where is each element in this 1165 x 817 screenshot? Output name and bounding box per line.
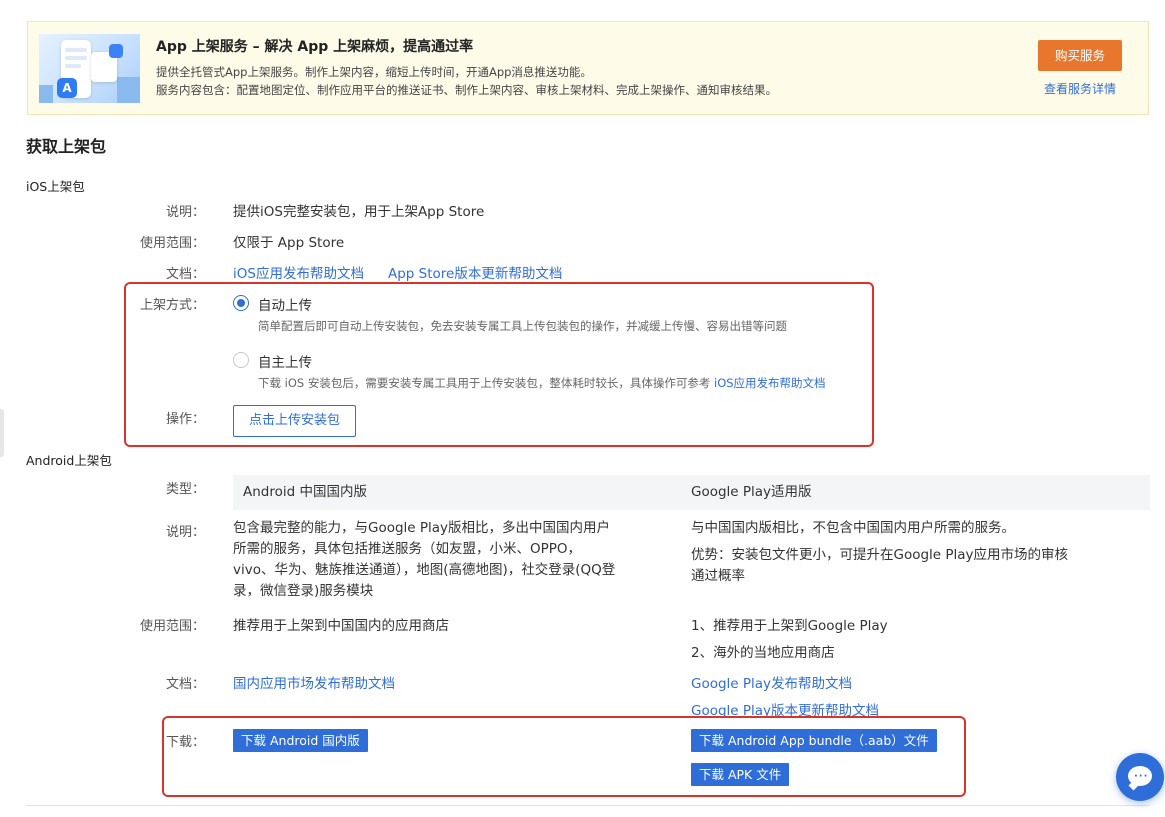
banner-illustration: A bbox=[39, 34, 140, 103]
android-cn-description-line: 包含最完整的能力，与Google Play版相比，多出中国国内用户 bbox=[233, 520, 611, 536]
google-play-publish-doc-link[interactable]: Google Play发布帮助文档 bbox=[691, 672, 852, 692]
android-cn-column-header: Android 中国国内版 bbox=[233, 475, 681, 510]
android-cn-description: 包含最完整的能力，与Google Play版相比，多出中国国内用户 所需的服务，… bbox=[233, 518, 653, 602]
google-play-description: 与中国国内版相比，不包含中国国内用户所需的服务。 优势：安装包文件更小，可提升在… bbox=[691, 518, 1131, 587]
google-play-scope-1: 1、推荐用于上架到Google Play bbox=[691, 618, 888, 634]
android-type-label: 类型： bbox=[165, 482, 205, 497]
ios-scope-label: 使用范围： bbox=[139, 236, 205, 251]
google-play-advantage-line: 优势：安装包文件更小，可提升在Google Play应用市场的审核 bbox=[691, 547, 1069, 563]
section-title: 获取上架包 bbox=[26, 137, 107, 156]
app-store-icon: A bbox=[57, 78, 77, 98]
upload-method-label: 上架方式： bbox=[139, 298, 205, 313]
ios-desc-label: 说明： bbox=[165, 205, 205, 220]
action-label: 操作： bbox=[165, 412, 205, 427]
auto-upload-radio[interactable] bbox=[233, 295, 249, 311]
banner-title: App 上架服务 – 解决 App 上架麻烦，提高通过率 bbox=[156, 39, 474, 55]
ios-scope-value: 仅限于 App Store bbox=[233, 235, 345, 251]
download-label: 下载： bbox=[165, 735, 205, 750]
ios-desc-value: 提供iOS完整安装包，用于上架App Store bbox=[233, 204, 485, 220]
ios-package-title: iOS上架包 bbox=[26, 179, 85, 194]
auto-upload-hint: 简单配置后即可自动上传安装包，免去安装专属工具上传包装包的操作，并减缓上传慢、容… bbox=[258, 319, 787, 333]
manual-upload-radio[interactable] bbox=[233, 352, 249, 368]
bottom-divider bbox=[26, 805, 1150, 806]
google-play-column-header: Google Play适用版 bbox=[681, 475, 1150, 510]
android-package-title: Android上架包 bbox=[26, 453, 112, 468]
google-play-scope-2: 2、海外的当地应用商店 bbox=[691, 645, 835, 661]
android-docs-label: 文档： bbox=[165, 677, 205, 692]
ios-publish-doc-inline-link[interactable]: iOS应用发布帮助文档 bbox=[714, 376, 826, 390]
badge-illustration bbox=[109, 44, 123, 58]
android-cn-description-line: vivo、华为、魅族推送通道），地图(高德地图)，社交登录(QQ登 bbox=[233, 562, 616, 578]
android-cn-description-line: 所需的服务，具体包括推送服务（如友盟，小米、OPPO， bbox=[233, 541, 582, 557]
service-banner: A App 上架服务 – 解决 App 上架麻烦，提高通过率 提供全托管式App… bbox=[27, 21, 1149, 115]
ios-publish-doc-link[interactable]: iOS应用发布帮助文档 bbox=[233, 262, 364, 282]
auto-upload-label[interactable]: 自动上传 bbox=[258, 294, 312, 314]
google-play-advantage-line: 通过概率 bbox=[691, 568, 745, 584]
android-cn-description-line: 录，微信登录)服务模块 bbox=[233, 583, 374, 599]
service-detail-link[interactable]: 查看服务详情 bbox=[1044, 80, 1116, 97]
buy-service-button[interactable]: 购买服务 bbox=[1038, 40, 1122, 71]
chat-button[interactable]: ··· bbox=[1116, 753, 1164, 801]
download-aab-button[interactable]: 下载 Android App bundle（.aab）文件 bbox=[691, 729, 937, 752]
ios-docs-label: 文档： bbox=[165, 267, 205, 282]
app-store-update-doc-link[interactable]: App Store版本更新帮助文档 bbox=[388, 262, 562, 282]
banner-description: 提供全托管式App上架服务。制作上架内容，缩短上传时间，开通App消息推送功能。 bbox=[156, 65, 592, 79]
side-handle[interactable] bbox=[0, 409, 4, 457]
android-desc-label: 说明： bbox=[165, 525, 205, 540]
chat-dots-icon: ··· bbox=[1134, 771, 1149, 782]
download-android-cn-button[interactable]: 下载 Android 国内版 bbox=[233, 729, 368, 752]
manual-upload-label[interactable]: 自主上传 bbox=[258, 351, 312, 371]
banner-service-content: 服务内容包含：配置地图定位、制作应用平台的推送证书、制作上架内容、审核上架材料、… bbox=[156, 83, 777, 97]
download-apk-button[interactable]: 下载 APK 文件 bbox=[691, 763, 790, 786]
manual-upload-hint-text: 下载 iOS 安装包后，需要安装专属工具用于上传安装包，整体耗时较长，具体操作可… bbox=[258, 376, 715, 390]
illustration-bar bbox=[39, 85, 53, 103]
illustration-bar bbox=[117, 77, 140, 103]
android-scope-label: 使用范围： bbox=[139, 619, 205, 634]
manual-upload-hint: 下载 iOS 安装包后，需要安装专属工具用于上传安装包，整体耗时较长，具体操作可… bbox=[258, 375, 826, 391]
google-play-description-line: 与中国国内版相比，不包含中国国内用户所需的服务。 bbox=[691, 520, 1015, 536]
cn-market-doc-link[interactable]: 国内应用市场发布帮助文档 bbox=[233, 672, 395, 692]
upload-package-button[interactable]: 点击上传安装包 bbox=[233, 405, 356, 437]
android-cn-scope: 推荐用于上架到中国国内的应用商店 bbox=[233, 618, 449, 634]
